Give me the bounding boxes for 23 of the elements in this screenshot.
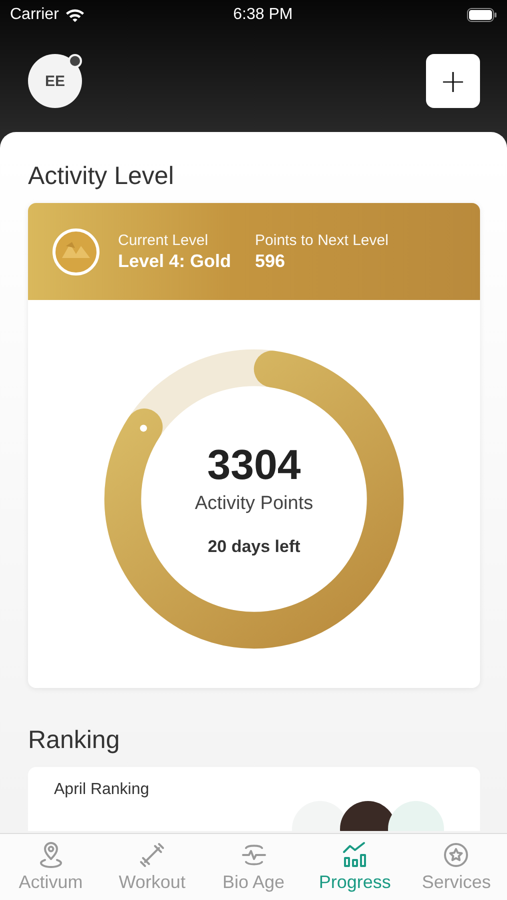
status-time: 6:38 PM [232, 6, 294, 24]
days-left: 20 days left [208, 537, 300, 557]
user-avatar[interactable]: EE [28, 54, 82, 108]
section-title: Ranking [28, 726, 121, 755]
points-label: Activity Points [194, 493, 314, 515]
battery-icon [467, 8, 497, 22]
add-button[interactable]: + [426, 54, 480, 108]
ranking-label: April Ranking [54, 781, 150, 800]
tab[interactable]: Bio Age [202, 834, 304, 900]
tab[interactable]: Services [406, 834, 507, 900]
level-label: Current Level [118, 232, 210, 248]
level-label: Points to Next Level [255, 232, 388, 248]
tab[interactable]: Workout [101, 834, 203, 900]
ranking-card[interactable]: April Ranking [28, 767, 480, 831]
tab[interactable]: Progress [304, 834, 406, 900]
points-value: 3304 [207, 441, 301, 489]
medal-icon [52, 228, 100, 276]
wifi-icon [64, 8, 85, 22]
section-title: Activity Level [28, 162, 175, 191]
level-value: 596 [255, 250, 286, 272]
carrier-name: Carrier [10, 6, 59, 24]
tab[interactable]: Activum [0, 834, 102, 900]
level-value: Level 4: Gold [118, 250, 232, 272]
